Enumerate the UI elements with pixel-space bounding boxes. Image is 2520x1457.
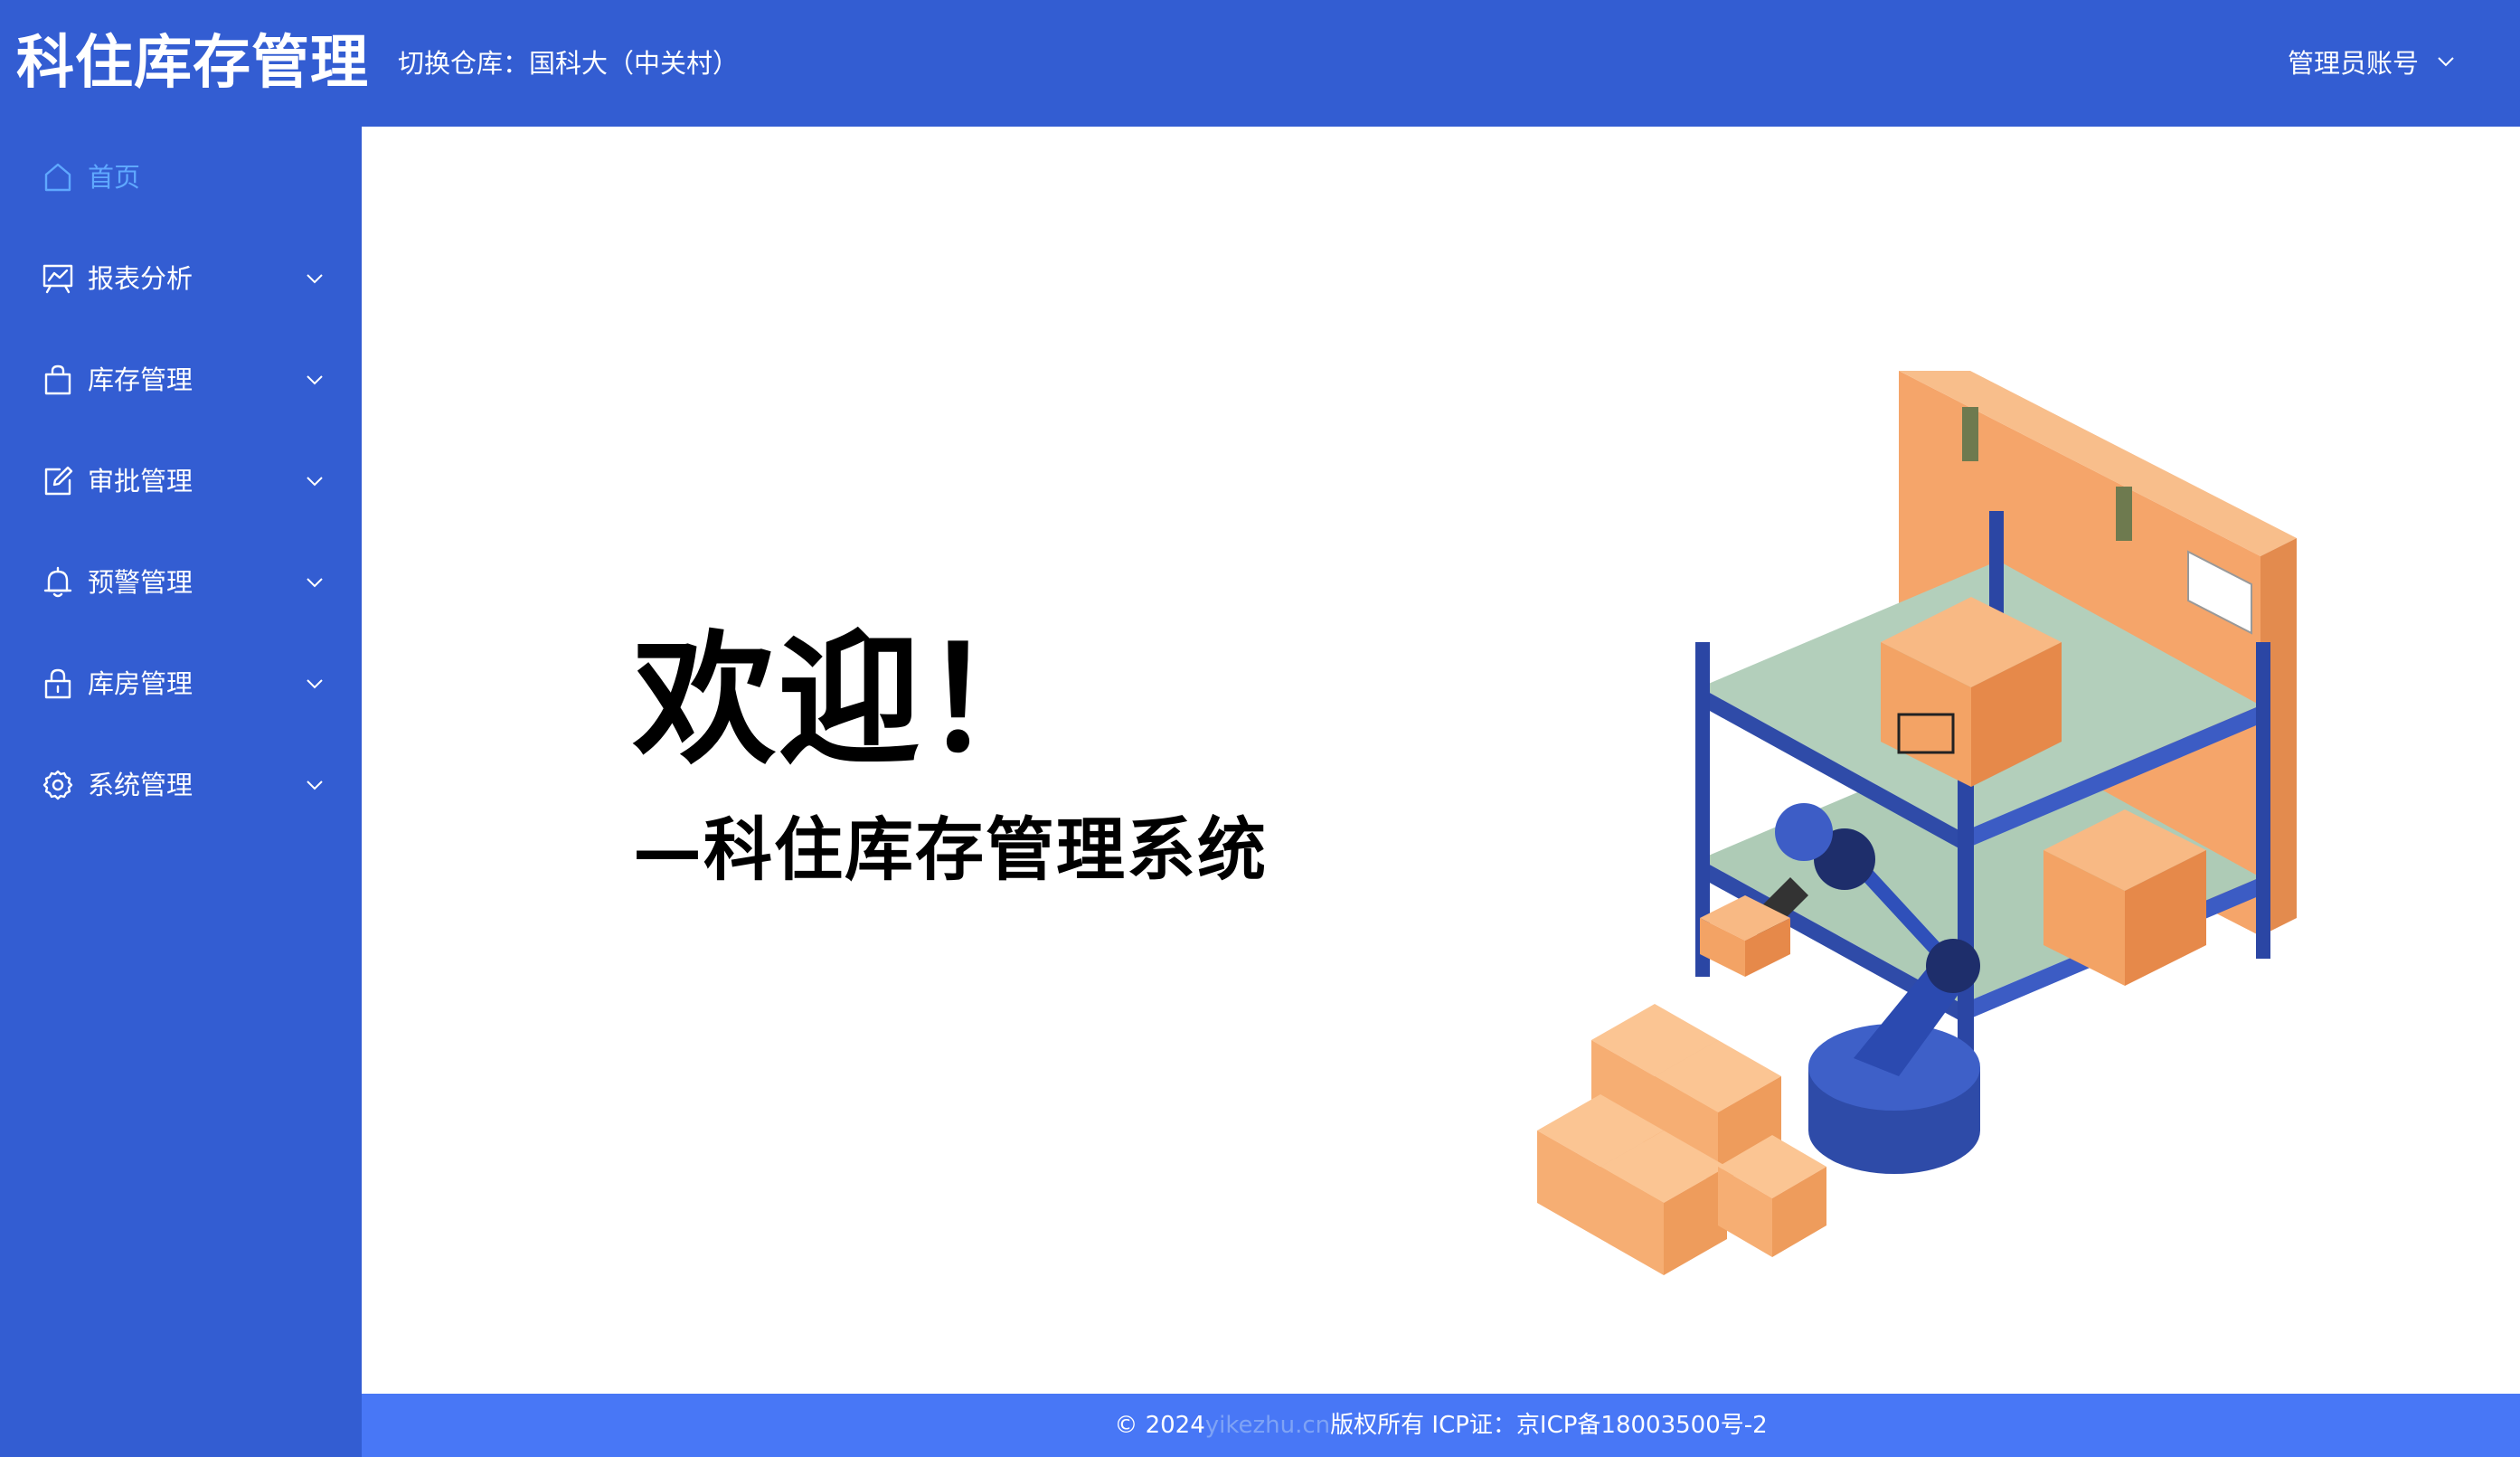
chevron-down-icon (2435, 43, 2457, 83)
page-footer: © 2024yikezhu.cn版权所有 ICP证：京ICP备18003500号… (362, 1394, 2520, 1457)
sidebar-item-report-analysis[interactable]: 报表分析 (0, 228, 362, 329)
chart-board-icon (42, 262, 74, 295)
app-brand-title: 科住库存管理 (16, 30, 369, 97)
edit-icon (42, 465, 74, 497)
app-root: 科住库存管理 切换仓库：国科大（中关村） 管理员账号 首页 报表分析 库存管理 … (0, 0, 2520, 1457)
account-menu[interactable]: 管理员账号 (2288, 43, 2457, 83)
sidebar-nav: 首页 报表分析 库存管理 审批管理 预警管理 库房管理 系统管理 (0, 127, 362, 1457)
sidebar-item-inventory[interactable]: 库存管理 (0, 329, 362, 430)
gear-icon (42, 769, 74, 801)
sidebar-item-label: 系统管理 (88, 770, 193, 800)
welcome-heading: 欢迎！ (633, 618, 1067, 784)
sidebar-item-label: 审批管理 (88, 466, 193, 497)
lock-icon (42, 667, 74, 700)
chevron-down-icon (304, 572, 326, 593)
sidebar-item-label: 预警管理 (88, 567, 193, 598)
sidebar-item-label: 首页 (88, 162, 141, 193)
sidebar-item-warehouse[interactable]: 库房管理 (0, 633, 362, 734)
main-content: 欢迎！ —科住库存管理系统 (362, 127, 2520, 1394)
footer-watermark: yikezhu.cn (1204, 1412, 1331, 1439)
chevron-down-icon (304, 673, 326, 695)
warehouse-switch[interactable]: 切换仓库：国科大（中关村） (398, 43, 739, 83)
chevron-down-icon (304, 774, 326, 796)
sidebar-item-approval[interactable]: 审批管理 (0, 430, 362, 532)
account-label: 管理员账号 (2287, 48, 2419, 79)
sidebar-item-system[interactable]: 系统管理 (0, 734, 362, 836)
chevron-down-icon (304, 268, 326, 289)
top-header: 科住库存管理 切换仓库：国科大（中关村） 管理员账号 (0, 0, 2520, 127)
bell-icon (42, 566, 74, 599)
chevron-down-icon (304, 369, 326, 391)
sidebar-item-label: 库房管理 (88, 668, 193, 699)
welcome-subtitle: —科住库存管理系统 (633, 809, 1268, 890)
footer-copyright-suffix: 版权所有 ICP证：京ICP备18003500号-2 (1330, 1412, 1768, 1439)
warehouse-robot-illustration (1537, 371, 2297, 1275)
sidebar-item-warning[interactable]: 预警管理 (0, 532, 362, 633)
sidebar-item-label: 库存管理 (88, 364, 193, 395)
shopping-bag-icon (42, 364, 74, 396)
chevron-down-icon (304, 470, 326, 492)
sidebar-item-label: 报表分析 (88, 263, 193, 294)
home-icon (42, 161, 74, 194)
sidebar-item-home[interactable]: 首页 (0, 127, 362, 228)
footer-copyright-prefix: © 2024 (1114, 1412, 1205, 1439)
